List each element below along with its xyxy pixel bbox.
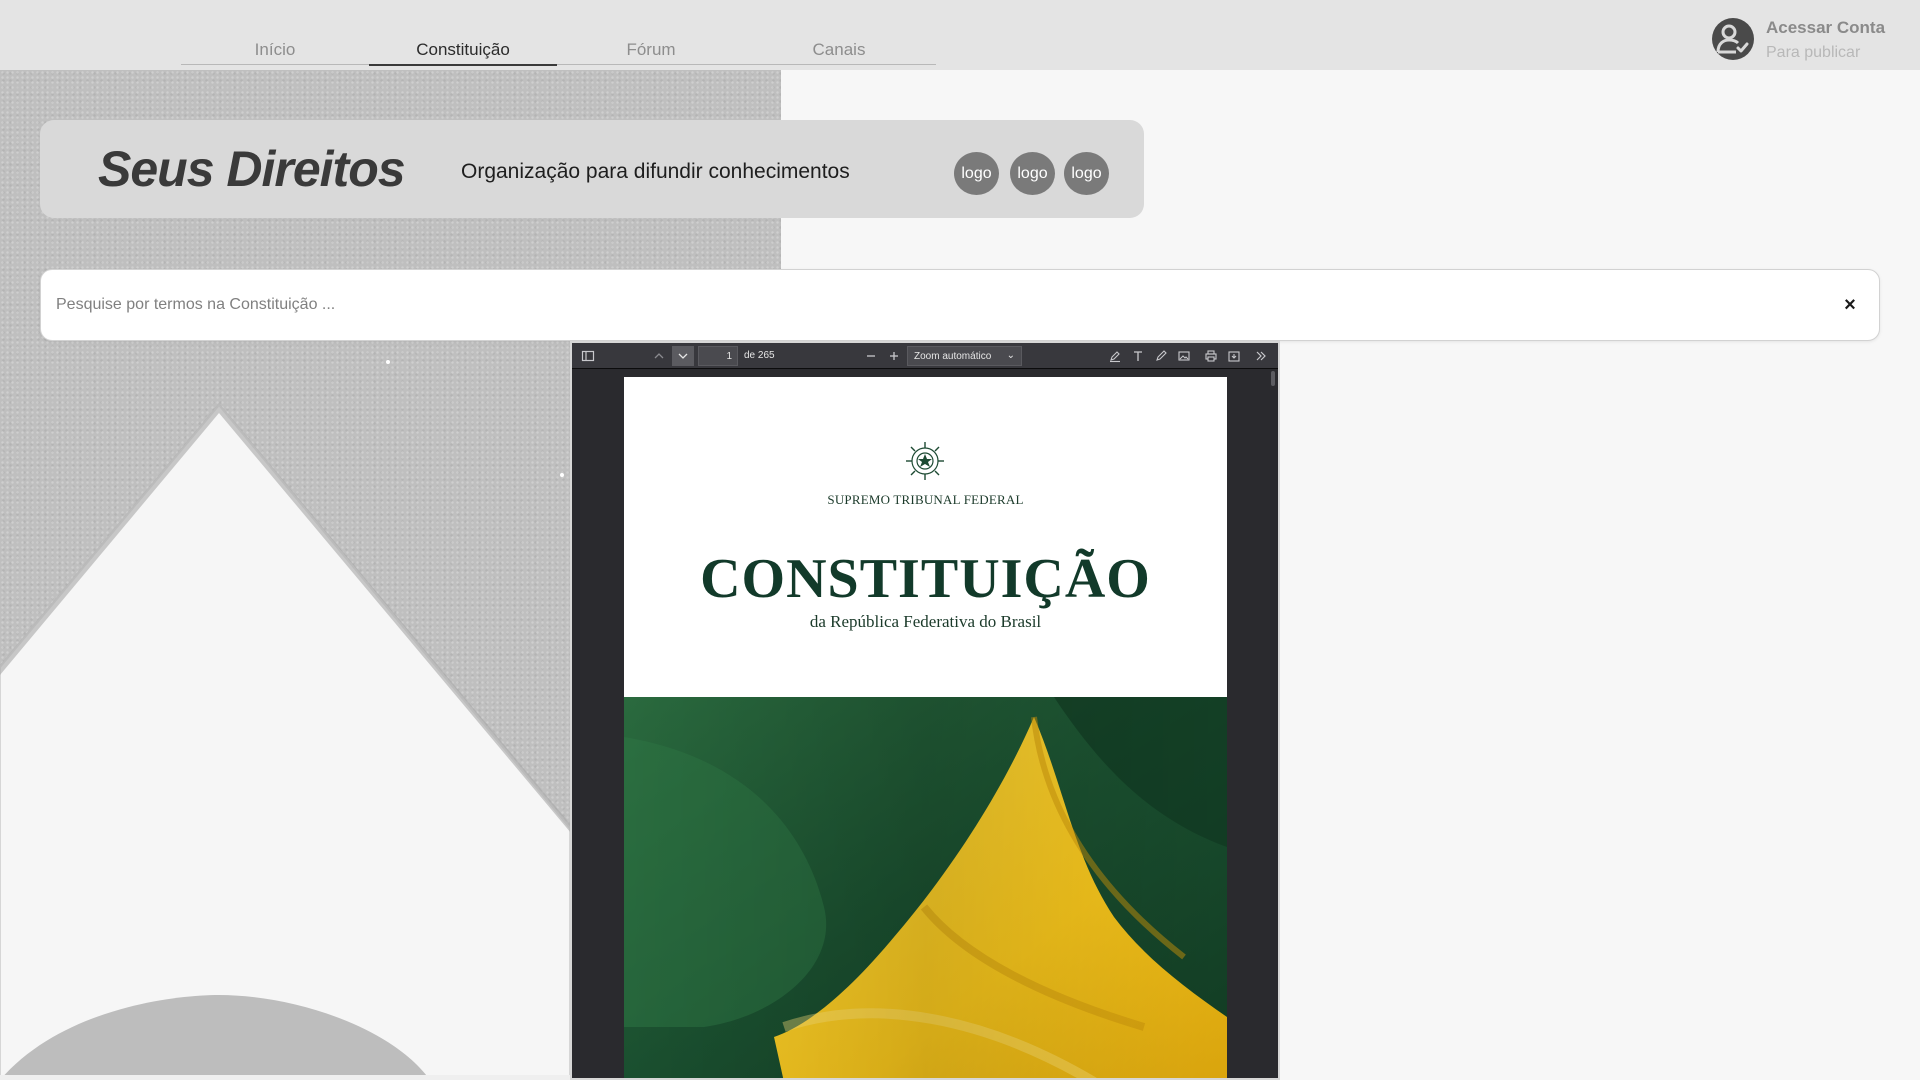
pdf-page: SUPREMO TRIBUNAL FEDERAL CONSTITUIÇÃO da… bbox=[624, 377, 1227, 1078]
nav-item-inicio[interactable]: Início bbox=[181, 0, 369, 65]
document-title: CONSTITUIÇÃO bbox=[700, 548, 1151, 610]
pdf-scrollbar[interactable] bbox=[1271, 371, 1275, 386]
institution-name: SUPREMO TRIBUNAL FEDERAL bbox=[827, 492, 1024, 507]
draw-icon[interactable] bbox=[1152, 346, 1170, 366]
clear-search-button[interactable]: × bbox=[1835, 290, 1865, 320]
print-icon[interactable] bbox=[1202, 346, 1220, 366]
hero-banner: Seus Direitos Organização para difundir … bbox=[40, 120, 1144, 218]
highlight-icon[interactable] bbox=[1106, 346, 1124, 366]
partner-logo-2[interactable]: logo bbox=[1010, 152, 1055, 195]
account-title: Acessar Conta bbox=[1766, 18, 1886, 37]
user-check-icon bbox=[1712, 18, 1754, 60]
zoom-out-icon[interactable] bbox=[862, 346, 880, 366]
nav-item-canais[interactable]: Canais bbox=[745, 0, 933, 65]
chevron-down-icon: ⌄ bbox=[1006, 350, 1015, 361]
page-count-label: de 265 bbox=[744, 350, 775, 361]
partner-logo-3[interactable]: logo bbox=[1064, 152, 1109, 195]
image-icon[interactable] bbox=[1175, 346, 1193, 366]
top-header: Início Constituição Fórum Canais Acessar… bbox=[0, 0, 1920, 70]
zoom-select[interactable]: Zoom automático ⌄ bbox=[907, 346, 1022, 366]
pdf-viewer: de 265 Zoom automático ⌄ bbox=[570, 341, 1280, 1080]
next-page-icon[interactable] bbox=[672, 346, 694, 366]
brazil-flag-image bbox=[624, 697, 1227, 1078]
more-tools-icon[interactable] bbox=[1252, 346, 1270, 366]
page-header: SUPREMO TRIBUNAL FEDERAL CONSTITUIÇÃO da… bbox=[624, 377, 1227, 697]
site-title: Seus Direitos bbox=[98, 141, 406, 197]
account-button[interactable]: Acessar Conta Para publicar bbox=[1712, 18, 1885, 63]
search-input[interactable] bbox=[56, 290, 1796, 320]
text-icon[interactable] bbox=[1129, 346, 1147, 366]
nav-item-forum[interactable]: Fórum bbox=[557, 0, 745, 65]
partner-logo-1[interactable]: logo bbox=[954, 152, 999, 195]
save-icon[interactable] bbox=[1225, 346, 1243, 366]
coat-of-arms-icon bbox=[906, 442, 944, 480]
nav-item-constituicao[interactable]: Constituição bbox=[369, 0, 557, 66]
zoom-in-icon[interactable] bbox=[885, 346, 903, 366]
account-subtitle: Para publicar bbox=[1766, 44, 1861, 61]
previous-page-icon[interactable] bbox=[649, 346, 669, 366]
pdf-toolbar: de 265 Zoom automático ⌄ bbox=[572, 343, 1278, 369]
search-bar: × bbox=[40, 269, 1880, 341]
site-tagline: Organização para difundir conhecimentos bbox=[461, 160, 850, 183]
document-subtitle: da República Federativa do Brasil bbox=[809, 612, 1042, 631]
main-nav: Início Constituição Fórum Canais bbox=[181, 0, 936, 66]
zoom-select-value: Zoom automático bbox=[914, 350, 992, 362]
sidebar-toggle-icon[interactable] bbox=[578, 346, 598, 366]
page-number-input[interactable] bbox=[698, 346, 738, 366]
